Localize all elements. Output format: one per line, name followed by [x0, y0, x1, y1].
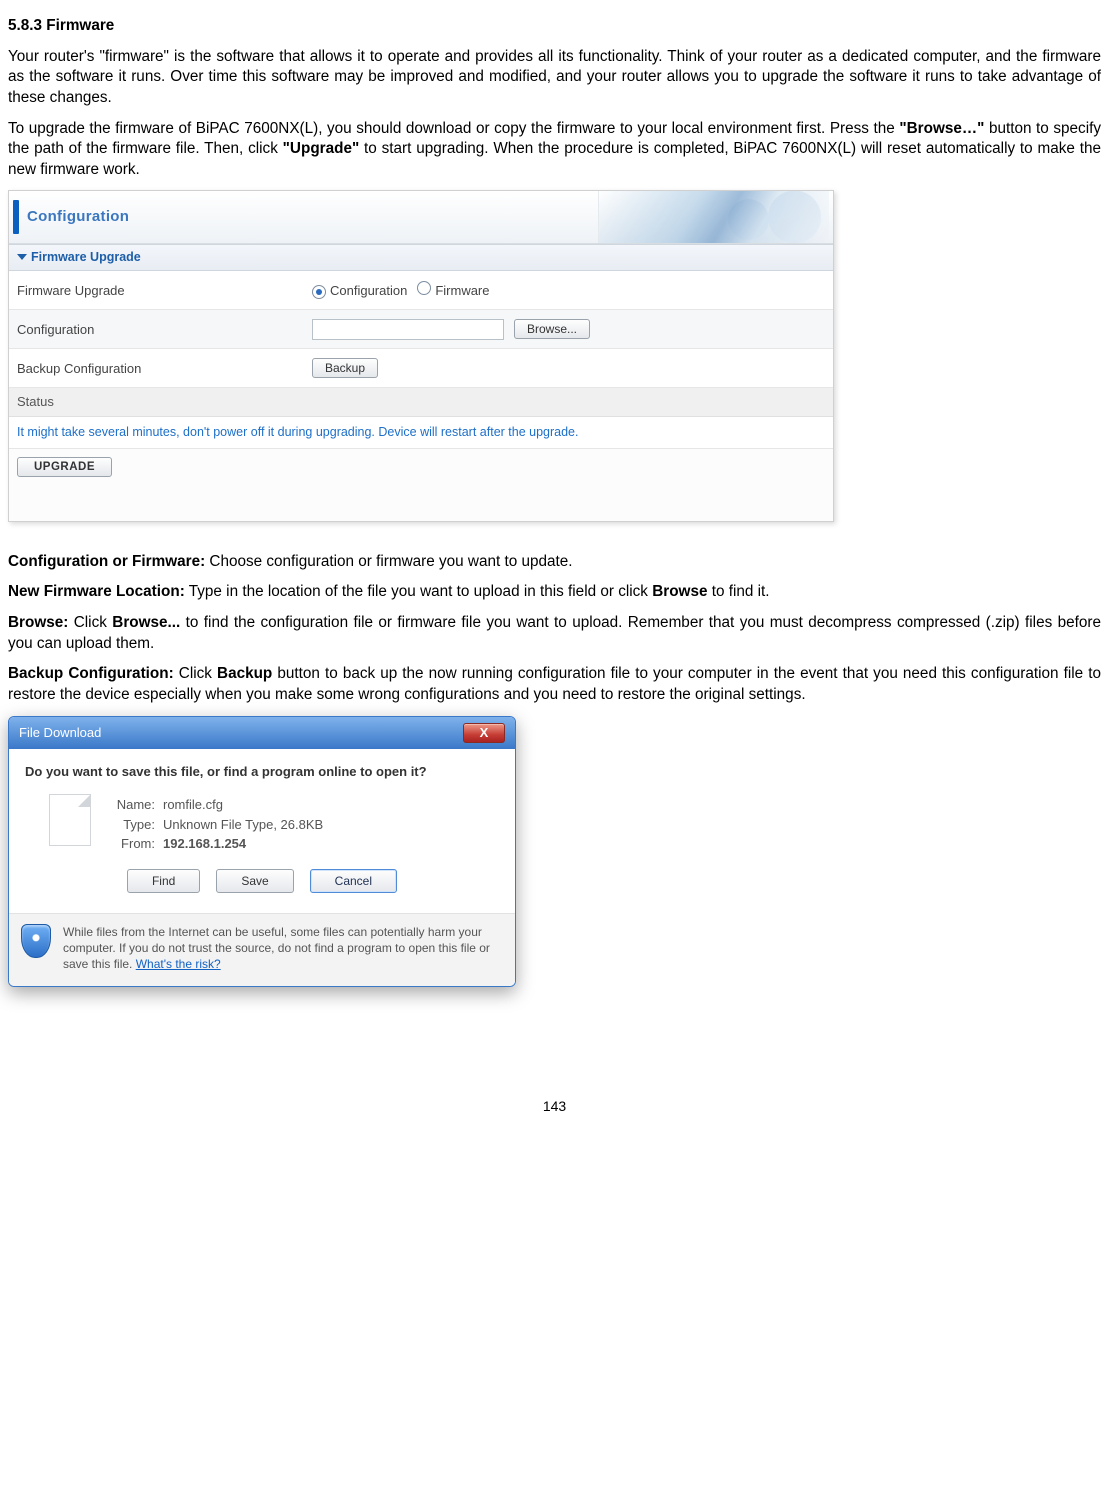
radio-configuration[interactable]: Configuration: [312, 282, 407, 300]
desc-browse: Browse: Click Browse... to find the conf…: [8, 613, 1101, 654]
config-path-input[interactable]: [312, 319, 504, 340]
p2-a: To upgrade the firmware of BiPAC 7600NX(…: [8, 120, 899, 137]
key: Configuration or Firmware:: [8, 553, 205, 570]
dialog-close-button[interactable]: X: [463, 723, 505, 743]
row-status: Status: [9, 388, 833, 417]
radio-firmware[interactable]: Firmware: [417, 281, 489, 300]
paragraph-intro: Your router's "firmware" is the software…: [8, 47, 1101, 109]
paragraph-steps: To upgrade the firmware of BiPAC 7600NX(…: [8, 119, 1101, 181]
header-decorative-art: [598, 191, 829, 243]
desc-backup: Backup Configuration: Click Backup butto…: [8, 664, 1101, 705]
browse-bold: Browse...: [112, 614, 180, 631]
meta-key: Type:: [105, 816, 155, 834]
dialog-warning: While files from the Internet can be use…: [9, 913, 515, 987]
find-button[interactable]: Find: [127, 869, 200, 893]
meta-type: Type: Unknown File Type, 26.8KB: [105, 816, 323, 834]
row-backup-config: Backup Configuration Backup: [9, 349, 833, 388]
panel-padding: [9, 485, 833, 521]
page-number: 143: [8, 1097, 1101, 1116]
desc-new-firmware-location: New Firmware Location: Type in the locat…: [8, 582, 1101, 603]
desc-config-or-firmware: Configuration or Firmware: Choose config…: [8, 552, 1101, 573]
meta-name: Name: romfile.cfg: [105, 796, 323, 814]
val-c: to find it.: [707, 583, 769, 600]
meta-key: From:: [105, 835, 155, 853]
cancel-button[interactable]: Cancel: [310, 869, 397, 893]
row-label: Firmware Upgrade: [17, 282, 312, 300]
header-accent-bar: [13, 200, 19, 234]
radio-label: Firmware: [435, 283, 489, 298]
shield-icon: [21, 924, 51, 958]
val-a: Click: [68, 614, 112, 631]
status-note: It might take several minutes, don't pow…: [9, 417, 833, 449]
p2-upgrade-bold: "Upgrade": [283, 140, 360, 157]
radio-dot-off-icon: [417, 281, 431, 295]
panel-title: Configuration: [27, 207, 129, 227]
meta-from: From: 192.168.1.254: [105, 835, 323, 853]
val-a: Type in the location of the file you wan…: [185, 583, 652, 600]
dialog-title-text: File Download: [19, 724, 101, 742]
panel-footer: UPGRADE: [9, 449, 833, 485]
row-configuration-path: Configuration Browse...: [9, 310, 833, 349]
radio-dot-on-icon: [312, 285, 326, 299]
p2-browse-bold: "Browse…": [899, 120, 984, 137]
panel-header: Configuration: [9, 191, 833, 244]
browse-button[interactable]: Browse...: [514, 319, 590, 339]
dialog-question: Do you want to save this file, or find a…: [25, 763, 499, 781]
row-label: Backup Configuration: [17, 360, 312, 378]
whats-the-risk-link[interactable]: What's the risk?: [136, 957, 221, 971]
config-panel-screenshot: Configuration Firmware Upgrade Firmware …: [8, 190, 834, 521]
radio-label: Configuration: [330, 283, 407, 298]
panel-section-header[interactable]: Firmware Upgrade: [9, 244, 833, 271]
backup-button[interactable]: Backup: [312, 358, 378, 378]
browse-bold: Browse: [652, 583, 707, 600]
file-icon: [49, 794, 91, 846]
meta-val: Unknown File Type, 26.8KB: [163, 816, 323, 834]
dialog-file-block: Name: romfile.cfg Type: Unknown File Type,…: [49, 794, 499, 855]
row-label: Status: [17, 394, 54, 409]
upgrade-button[interactable]: UPGRADE: [17, 457, 112, 477]
save-button[interactable]: Save: [216, 869, 293, 893]
dialog-titlebar: File Download X: [9, 717, 515, 749]
meta-key: Name:: [105, 796, 155, 814]
key: Backup Configuration:: [8, 665, 174, 682]
backup-bold: Backup: [217, 665, 272, 682]
row-label: Configuration: [17, 321, 312, 339]
key: New Firmware Location:: [8, 583, 185, 600]
val-a: Click: [174, 665, 217, 682]
meta-val: 192.168.1.254: [163, 835, 246, 853]
row-firmware-upgrade: Firmware Upgrade Configuration Firmware: [9, 271, 833, 310]
dialog-buttons: Find Save Cancel: [25, 869, 499, 893]
val: Choose configuration or firmware you wan…: [205, 553, 572, 570]
close-icon: X: [480, 724, 489, 742]
section-heading: 5.8.3 Firmware: [8, 16, 1101, 37]
file-download-dialog: File Download X Do you want to save this…: [8, 716, 516, 988]
meta-val: romfile.cfg: [163, 796, 223, 814]
key: Browse:: [8, 614, 68, 631]
warning-text: While files from the Internet can be use…: [63, 925, 490, 971]
